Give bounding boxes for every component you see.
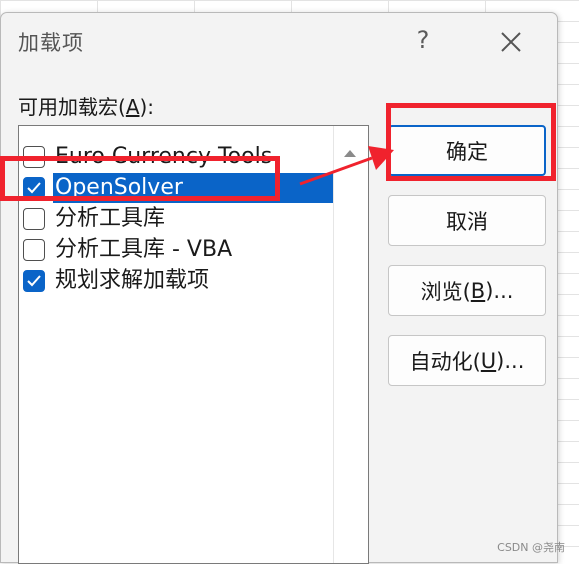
checkbox[interactable] [23,208,45,230]
close-button[interactable] [496,27,526,57]
automation-button[interactable]: 自动化(U)... [388,335,546,386]
add-ins-dialog: 加载项 ? 可用加载宏(A): Euro Currency Tools Open… [0,12,558,564]
scroll-up-arrow-icon[interactable] [344,150,356,157]
addins-listbox[interactable]: Euro Currency Tools OpenSolver 分析工具库 分析工… [18,125,369,564]
list-item-label: OpenSolver [53,173,334,203]
checkbox[interactable] [23,239,45,261]
list-item-solver-addin[interactable]: 规划求解加载项 [23,266,334,296]
list-item-label: Euro Currency Tools [55,144,273,169]
help-button[interactable]: ? [409,25,437,55]
available-addins-label: 可用加载宏(A): [18,95,155,119]
list-item-label: 分析工具库 - VBA [55,237,233,262]
ok-button[interactable]: 确定 [388,125,546,176]
vertical-scrollbar[interactable] [333,126,368,563]
dialog-title: 加载项 [18,31,84,55]
checkbox[interactable] [23,270,45,292]
close-icon [501,32,521,52]
cancel-button[interactable]: 取消 [388,195,546,246]
checkmark-icon [27,275,41,287]
checkbox[interactable] [23,146,45,168]
list-item-label: 规划求解加载项 [55,268,210,293]
list-item-analysis-toolpak[interactable]: 分析工具库 [23,204,334,234]
browse-button[interactable]: 浏览(B)... [388,265,546,316]
watermark: CSDN @尧南 [497,541,565,554]
checkmark-icon [27,182,41,194]
list-item-opensolver[interactable]: OpenSolver [23,173,334,203]
list-item-analysis-toolpak-vba[interactable]: 分析工具库 - VBA [23,235,334,265]
checkbox[interactable] [23,177,45,199]
list-item-label: 分析工具库 [55,206,166,231]
list-item-euro-currency-tools[interactable]: Euro Currency Tools [23,142,334,172]
